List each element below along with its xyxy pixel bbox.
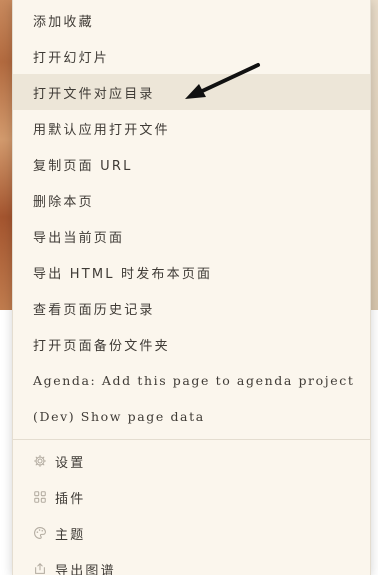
menu-item-label: 查看页面历史记录 [33,302,155,318]
menu-item-label: 用默认应用打开文件 [33,122,170,138]
menu-item-page-history[interactable]: 查看页面历史记录 [13,290,370,326]
menu-item-open-slides[interactable]: 打开幻灯片 [13,38,370,74]
menu-item-label: 插件 [55,491,86,507]
menu-item-copy-page-url[interactable]: 复制页面 URL [13,146,370,182]
menu-item-label: 打开文件对应目录 [33,86,155,102]
menu-item-label: 删除本页 [33,194,94,210]
menu-item-label: 打开页面备份文件夹 [33,338,170,354]
menu-item-export-graph[interactable]: 导出图谱 [13,551,370,575]
menu-item-label: 导出 HTML 时发布本页面 [33,266,213,282]
menu-item-export-page[interactable]: 导出当前页面 [13,218,370,254]
menu-item-themes[interactable]: 主题 [13,515,370,551]
menu-item-label: 导出当前页面 [33,230,125,246]
menu-item-delete-page[interactable]: 删除本页 [13,182,370,218]
menu-item-label: 设置 [55,455,86,471]
menu-item-label: 添加收藏 [33,14,94,30]
menu-item-dev-show-data[interactable]: (Dev) Show page data [13,398,370,434]
menu-item-label: 导出图谱 [55,563,116,575]
menu-item-publish-on-html-export[interactable]: 导出 HTML 时发布本页面 [13,254,370,290]
export-icon [33,562,47,575]
palette-icon [33,526,47,540]
menu-item-label: Agenda: Add this page to agenda project [33,372,355,388]
menu-item-label: 打开幻灯片 [33,50,110,66]
plugins-icon [33,490,47,504]
menu-item-label: 复制页面 URL [33,158,133,174]
menu-item-open-with-default-app[interactable]: 用默认应用打开文件 [13,110,370,146]
page-context-menu: 添加收藏 打开幻灯片 打开文件对应目录 用默认应用打开文件 复制页面 URL 删… [12,0,371,575]
gear-icon [33,454,47,468]
menu-divider [13,439,370,440]
menu-item-label: (Dev) Show page data [33,408,205,424]
menu-item-agenda-add[interactable]: Agenda: Add this page to agenda project [13,362,370,398]
menu-item-plugins[interactable]: 插件 [13,479,370,515]
menu-item-open-file-directory[interactable]: 打开文件对应目录 [13,74,370,110]
menu-item-label: 主题 [55,527,86,543]
menu-item-open-backup-folder[interactable]: 打开页面备份文件夹 [13,326,370,362]
menu-item-settings[interactable]: 设置 [13,443,370,479]
menu-item-add-favorite[interactable]: 添加收藏 [13,2,370,38]
